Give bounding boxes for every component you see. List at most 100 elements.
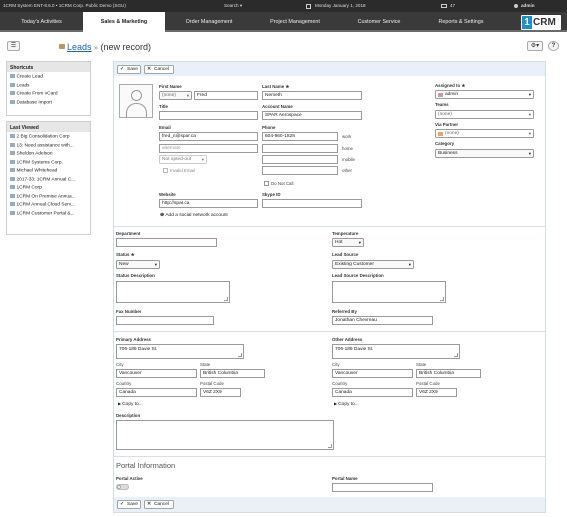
current-date[interactable]: Monday January 1, 2018 <box>315 3 366 8</box>
recent-item[interactable]: Sheldon Adelson <box>7 149 90 158</box>
first-name-input[interactable]: Fred <box>194 91 258 100</box>
settings-gear-icon[interactable]: ⚙▾ <box>527 41 543 51</box>
tab-project-management[interactable]: Project Management <box>253 12 337 32</box>
cancel-button-bottom[interactable]: ✕ Cancel <box>144 500 174 509</box>
do-not-call-checkbox[interactable] <box>264 181 269 186</box>
primary-copy-to-link[interactable]: ▶ Copy to... <box>118 401 143 407</box>
last-name-label: Last Name ★ <box>262 84 290 89</box>
other-postal-input[interactable]: V6Z 2X9 <box>416 388 457 397</box>
shortcut-leads[interactable]: Leads <box>7 81 90 90</box>
skype-label: Skype ID <box>262 192 281 197</box>
recent-item[interactable]: 2017-33: 1CRM Annual C... <box>7 175 90 184</box>
referred-by-input[interactable]: Jonathan Chevreau <box>332 316 433 325</box>
category-select[interactable]: Business <box>435 149 534 158</box>
save-button-top[interactable]: ✓ Save <box>117 65 141 74</box>
first-name-label: First Name <box>159 84 182 89</box>
leads-module-icon <box>59 44 65 49</box>
mail-count[interactable]: 47 <box>450 3 455 8</box>
teams-select[interactable]: (none) <box>435 110 534 119</box>
tab-order-management[interactable]: Order Management <box>165 12 253 32</box>
status-select[interactable]: New <box>116 260 160 269</box>
shortcuts-title: Shortcuts <box>7 62 90 72</box>
invalid-email-label: Invalid Email <box>170 168 195 173</box>
recent-item[interactable]: 1CRM Corp <box>7 183 90 192</box>
other-street-textarea[interactable]: 706-189 Davie St. <box>332 344 460 359</box>
email-opt-out-select[interactable]: Not opted-out <box>159 155 207 164</box>
primary-postal-label: Postal Code <box>200 381 224 386</box>
via-partner-select[interactable]: (none) <box>435 129 534 138</box>
lead-source-description-textarea[interactable] <box>332 281 446 303</box>
department-label: Department <box>116 231 141 236</box>
save-button-bottom[interactable]: ✓ Save <box>117 500 141 509</box>
department-input[interactable] <box>116 238 217 247</box>
contact-photo-placeholder[interactable] <box>119 84 153 118</box>
other-country-input[interactable]: Canada <box>332 388 413 397</box>
phone-work-label: work <box>342 134 352 139</box>
other-state-input[interactable]: British Columbia <box>416 369 481 378</box>
email-input[interactable]: fred_n@spar.ca <box>159 132 258 141</box>
invalid-email-checkbox[interactable] <box>163 168 168 173</box>
other-copy-to-link[interactable]: ▶ Copy to... <box>334 401 359 407</box>
brand-logo[interactable]: 1 CRM <box>521 15 561 30</box>
system-title: 1CRM System ENT-8.6.0 • 1CRM Corp. Publi… <box>3 3 126 8</box>
breadcrumb-leads-link[interactable]: Leads <box>67 42 92 52</box>
shortcut-database-import[interactable]: Database Import <box>7 98 90 107</box>
skype-input[interactable] <box>262 199 362 208</box>
other-city-label: City <box>332 362 340 367</box>
status-description-textarea[interactable] <box>116 281 230 303</box>
shortcut-create-lead[interactable]: Create Lead <box>7 72 90 81</box>
phone-work-input[interactable]: 604-960-1828 <box>262 132 338 141</box>
section-divider <box>114 456 545 457</box>
temperature-label: Temperature <box>332 231 359 236</box>
primary-city-input[interactable]: Vancouver <box>116 369 197 378</box>
recent-item[interactable]: 1CRM Annual Cloud Serv... <box>7 200 90 209</box>
primary-country-input[interactable]: Canada <box>116 388 197 397</box>
lead-source-select[interactable]: Existing Customer <box>332 260 414 269</box>
add-social-link[interactable]: ⊕ Add a social network account <box>160 213 228 218</box>
recent-item[interactable]: 13: Need assistance with... <box>7 141 90 150</box>
shortcut-create-vcard[interactable]: Create From vCard <box>7 89 90 98</box>
title-input[interactable] <box>159 111 258 120</box>
phone-home-input[interactable] <box>262 144 338 153</box>
cancel-button-top[interactable]: ✕ Cancel <box>144 65 174 74</box>
global-search-menu[interactable]: Search ▾ <box>224 3 242 9</box>
other-city-input[interactable]: Vancouver <box>332 369 413 378</box>
description-textarea[interactable] <box>116 420 334 450</box>
assigned-to-select[interactable]: admin <box>435 90 534 99</box>
recent-item[interactable]: 2 Big Consolidation Corp <box>7 132 90 141</box>
recent-item[interactable]: 1CRM On Premise Annua... <box>7 192 90 201</box>
phone-other-input[interactable] <box>262 166 338 175</box>
primary-country-label: Country <box>116 381 132 386</box>
website-input[interactable]: http://spar.ca <box>159 199 258 208</box>
lead-source-description-label: Lead Source Description <box>332 273 384 278</box>
portal-information-heading: Portal Information <box>116 461 176 470</box>
recent-item[interactable]: Michael Whitehead <box>7 166 90 175</box>
portal-active-toggle[interactable] <box>116 484 129 490</box>
mail-icon[interactable] <box>441 4 447 8</box>
primary-state-input[interactable]: British Columbia <box>200 369 265 378</box>
fax-input[interactable] <box>116 316 214 325</box>
temperature-select[interactable]: Hot <box>332 238 364 247</box>
primary-street-textarea[interactable]: 706-189 Davie St. <box>116 344 244 359</box>
last-name-input[interactable]: Nemeth <box>262 91 362 100</box>
record-icon <box>10 168 15 172</box>
help-icon[interactable]: ? <box>548 41 559 51</box>
breadcrumb-separator: » <box>94 45 98 52</box>
recent-item[interactable]: 1CRM Systems Corp. <box>7 158 90 167</box>
recent-item[interactable]: 1CRM Customer Portal &... <box>7 209 90 218</box>
tab-reports-settings[interactable]: Reports & Settings <box>421 12 501 32</box>
tab-sales-marketing[interactable]: Sales & Marketing <box>83 12 165 33</box>
account-name-input[interactable]: SPAR Aerospace <box>262 111 362 120</box>
phone-mobile-input[interactable] <box>262 155 338 164</box>
list-icon <box>10 82 15 87</box>
user-menu[interactable]: admin <box>521 3 535 8</box>
tab-todays-activities[interactable]: Today's Activities <box>0 12 83 32</box>
record-icon <box>10 176 15 181</box>
tab-customer-service[interactable]: Customer Service <box>337 12 421 32</box>
salutation-select[interactable]: (none) <box>159 91 192 100</box>
sidebar-toggle-icon[interactable]: ☰ <box>7 41 20 51</box>
portal-name-input[interactable] <box>332 483 433 492</box>
primary-postal-input[interactable]: V6Z 2X9 <box>200 388 241 397</box>
calendar-icon <box>306 3 311 9</box>
email-alternate-input[interactable]: alternate <box>159 144 258 153</box>
